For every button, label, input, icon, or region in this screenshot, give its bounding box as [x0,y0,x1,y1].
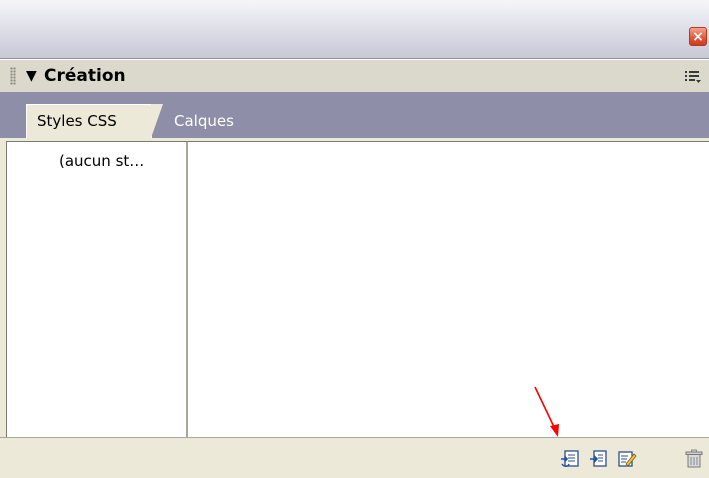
tab-bar: Styles CSS Calques [0,92,709,138]
panel-header[interactable]: ▼ Création [0,59,709,93]
panel-titlebar: × [0,0,709,59]
delete-icon[interactable] [684,449,704,469]
tree-item[interactable]: (aucun st… [59,151,144,171]
annotation-arrow-icon [534,386,559,437]
css-styles-panel: × ▼ Création Styles CSS Calques (aucun s… [0,0,709,478]
drag-grip-icon[interactable] [10,67,16,85]
attach-stylesheet-icon[interactable] [560,449,580,469]
new-css-rule-icon[interactable] [589,449,609,469]
collapse-arrow-icon[interactable]: ▼ [26,67,37,85]
panel-options-menu-icon[interactable] [684,69,702,85]
styles-tree-pane[interactable]: (aucun st… [7,142,188,437]
edit-style-icon[interactable] [617,449,637,469]
close-icon: × [692,29,704,45]
close-button[interactable]: × [689,27,707,46]
panel-title[interactable]: Création [44,66,126,86]
styles-content-area: (aucun st… [6,141,709,437]
tab-calques[interactable]: Calques [174,105,234,137]
bottom-toolbar [0,437,709,478]
tab-styles-css[interactable]: Styles CSS [26,104,163,138]
